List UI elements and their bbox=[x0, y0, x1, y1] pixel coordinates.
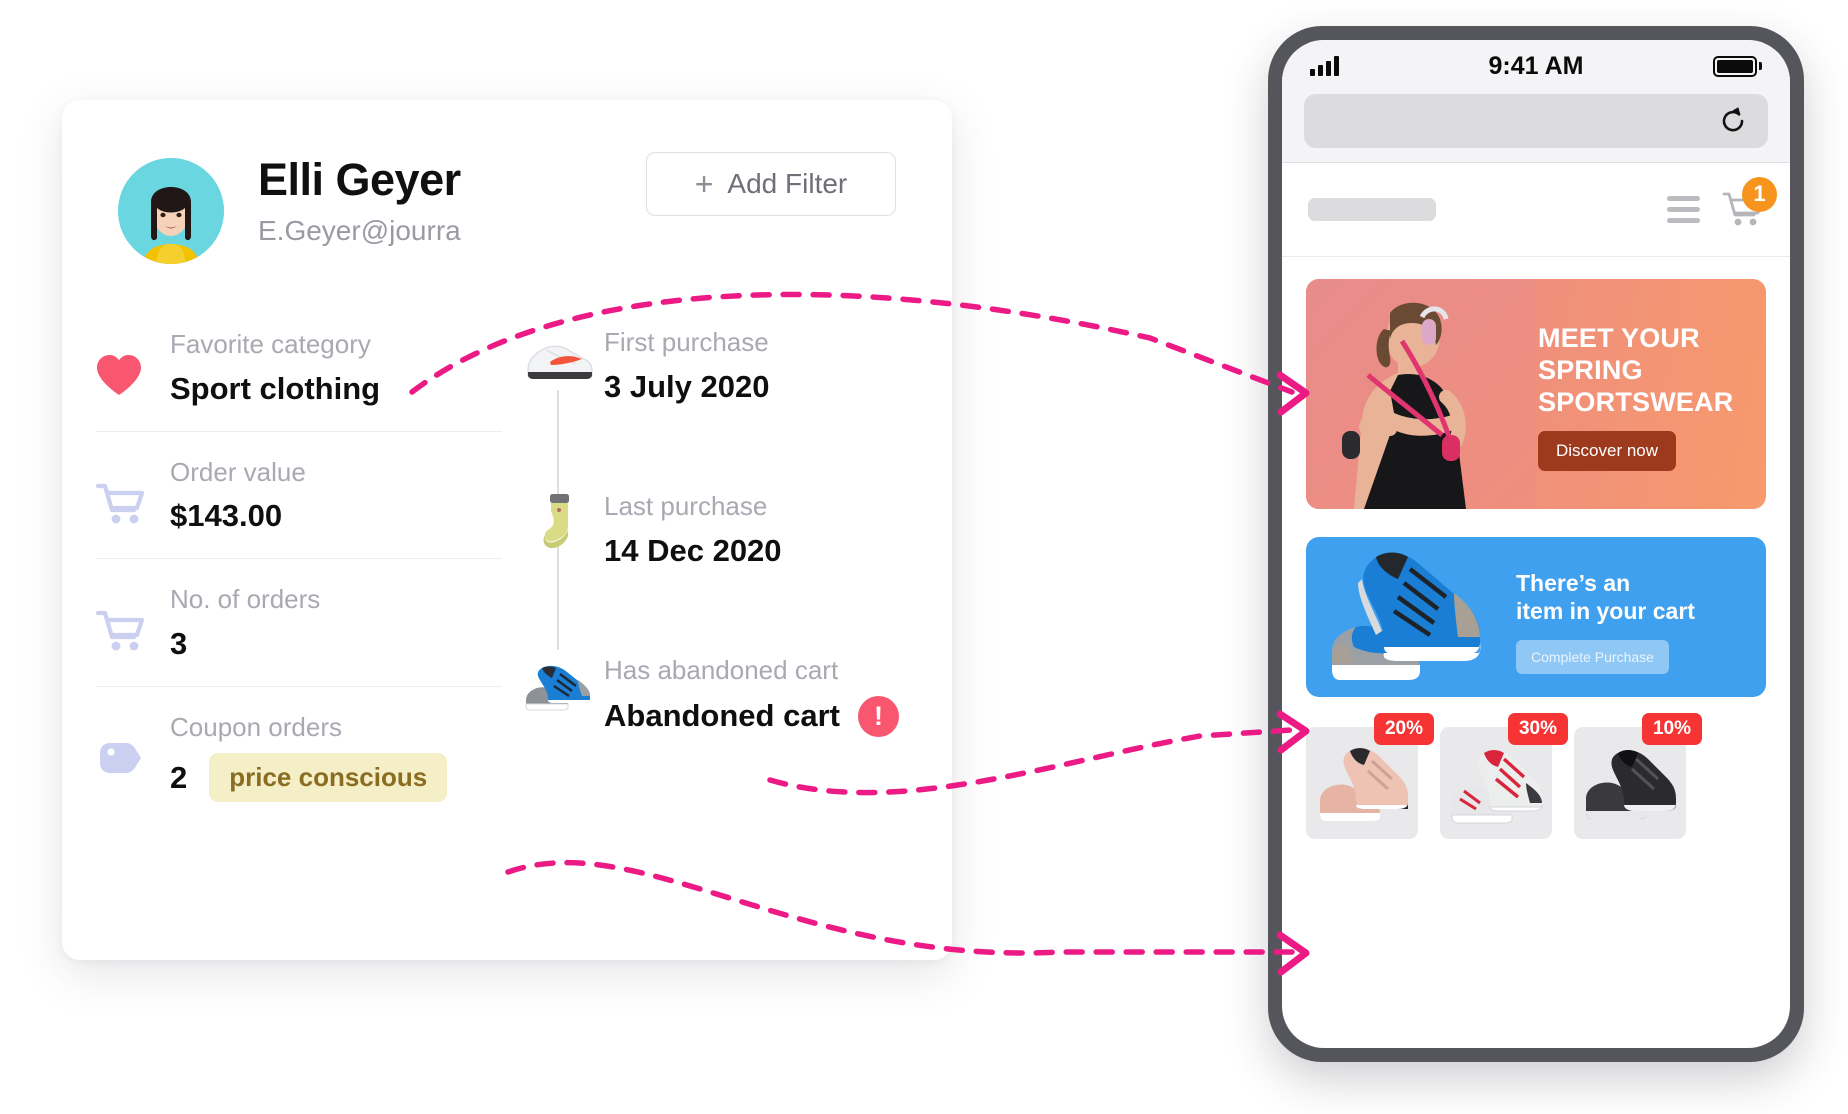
hero-line-2: SPRING bbox=[1538, 354, 1643, 385]
cart-count-badge: 1 bbox=[1742, 176, 1777, 212]
cart-icon bbox=[96, 454, 170, 526]
status-badge: price conscious bbox=[209, 752, 448, 802]
stat-body: Favorite category Sport clothing bbox=[170, 326, 380, 407]
stat-label: Order value bbox=[170, 456, 306, 487]
stat-label: Last purchase bbox=[604, 491, 768, 521]
stat-body: Coupon orders 2 price conscious bbox=[170, 709, 448, 802]
stat-value: Abandoned cart bbox=[604, 698, 840, 734]
battery-icon bbox=[1713, 55, 1762, 77]
phone-content: MEET YOUR SPRING SPORTSWEAR Discover now bbox=[1282, 257, 1790, 839]
product-card[interactable]: 30% bbox=[1440, 713, 1568, 839]
screenshot-root: Elli Geyer E.Geyer@jourra + Add Filter F… bbox=[0, 0, 1848, 1114]
stat-no-of-orders: No. of orders 3 bbox=[96, 559, 502, 688]
discount-badge: 30% bbox=[1507, 713, 1568, 745]
stat-label: Favorite category bbox=[170, 329, 371, 359]
stat-first-purchase: First purchase 3 July 2020 bbox=[512, 304, 922, 500]
sock-icon bbox=[520, 490, 596, 554]
stat-value-row: 2 price conscious bbox=[170, 752, 448, 802]
cart-line-2: item in your cart bbox=[1516, 598, 1695, 625]
add-filter-button[interactable]: + Add Filter bbox=[646, 152, 896, 216]
stat-value: 14 Dec 2020 bbox=[604, 532, 782, 568]
stat-abandoned-cart: Has abandoned cart Abandoned cart ! bbox=[512, 632, 922, 796]
blue-sneakers-image bbox=[1332, 552, 1481, 680]
phone-screen: 9:41 AM 1 MEET YOUR SPRING SPORTSWEAR Di… bbox=[1282, 40, 1790, 1048]
sneaker-white-icon bbox=[520, 326, 596, 390]
stat-coupon-orders: Coupon orders 2 price conscious bbox=[96, 687, 502, 826]
stat-label: No. of orders bbox=[170, 584, 321, 615]
stat-order-value: Order value $143.00 bbox=[96, 432, 502, 560]
browser-bar bbox=[1282, 92, 1790, 163]
stat-value: 3 July 2020 bbox=[604, 368, 770, 404]
logo-placeholder bbox=[1308, 198, 1436, 221]
abandoned-cart-banner[interactable]: There’s an item in your cart Complete Pu… bbox=[1306, 537, 1766, 697]
cart-line-1: There’s an bbox=[1516, 570, 1631, 596]
profile-header: Elli Geyer E.Geyer@jourra + Add Filter bbox=[62, 100, 952, 264]
hero-banner[interactable]: MEET YOUR SPRING SPORTSWEAR Discover now bbox=[1306, 279, 1766, 509]
header-actions: 1 bbox=[1667, 176, 1777, 229]
timeline-rail bbox=[512, 304, 604, 500]
stat-last-purchase: Last purchase 14 Dec 2020 bbox=[512, 468, 922, 650]
stat-value: 2 bbox=[170, 759, 188, 795]
customer-profile-card: Elli Geyer E.Geyer@jourra + Add Filter F… bbox=[62, 100, 952, 960]
stat-value-row: Abandoned cart ! bbox=[604, 695, 899, 737]
hero-line-1: MEET YOUR bbox=[1538, 323, 1700, 353]
identity-block: Elli Geyer E.Geyer@jourra bbox=[258, 152, 461, 247]
alert-icon: ! bbox=[857, 695, 899, 737]
heart-icon bbox=[96, 326, 170, 396]
discount-badge: 10% bbox=[1641, 713, 1702, 745]
stat-body: Has abandoned cart Abandoned cart ! bbox=[604, 632, 899, 737]
cart-icon[interactable]: 1 bbox=[1722, 176, 1777, 229]
stat-favorite-category: Favorite category Sport clothing bbox=[96, 304, 502, 432]
cart-banner-headline: There’s an item in your cart bbox=[1516, 569, 1695, 625]
complete-purchase-button[interactable]: Complete Purchase bbox=[1516, 640, 1669, 674]
hero-line-3: SPORTSWEAR bbox=[1538, 386, 1734, 417]
stats-left-column: Favorite category Sport clothing Order v… bbox=[62, 304, 502, 826]
discount-badge: 20% bbox=[1373, 713, 1434, 745]
stat-value: 3 bbox=[170, 625, 188, 661]
reload-icon[interactable] bbox=[1718, 106, 1748, 136]
stat-label: Coupon orders bbox=[170, 712, 342, 743]
product-card[interactable]: 20% bbox=[1306, 713, 1434, 839]
stats-right-column: First purchase 3 July 2020 Last purchase… bbox=[502, 304, 922, 826]
status-bar: 9:41 AM bbox=[1282, 40, 1790, 92]
stat-body: Order value $143.00 bbox=[170, 454, 306, 535]
product-card[interactable]: 10% bbox=[1574, 713, 1702, 839]
customer-email: E.Geyer@jourra bbox=[258, 215, 461, 247]
stat-body: No. of orders 3 bbox=[170, 581, 320, 662]
discover-now-button[interactable]: Discover now bbox=[1538, 431, 1677, 471]
stat-value: Sport clothing bbox=[170, 370, 381, 406]
page-title: Elli Geyer bbox=[258, 154, 461, 205]
signal-icon bbox=[1310, 56, 1339, 76]
stat-label: Has abandoned cart bbox=[604, 655, 839, 685]
fitness-woman-image bbox=[1306, 279, 1536, 509]
hero-headline: MEET YOUR SPRING SPORTSWEAR bbox=[1538, 323, 1734, 419]
cart-icon bbox=[96, 581, 170, 653]
avatar bbox=[118, 158, 224, 264]
add-filter-label: Add Filter bbox=[727, 168, 848, 199]
menu-icon[interactable] bbox=[1667, 196, 1700, 223]
stats-grid: Favorite category Sport clothing Order v… bbox=[62, 304, 952, 826]
sneaker-blue-icon bbox=[520, 654, 596, 718]
plus-icon: + bbox=[694, 166, 714, 202]
stat-body: Last purchase 14 Dec 2020 bbox=[604, 468, 782, 569]
stat-value: $143.00 bbox=[170, 498, 283, 534]
stat-body: First purchase 3 July 2020 bbox=[604, 304, 769, 405]
stat-label: First purchase bbox=[604, 327, 769, 357]
url-input[interactable] bbox=[1304, 94, 1768, 148]
tag-icon bbox=[96, 709, 170, 779]
phone-mockup: 9:41 AM 1 MEET YOUR SPRING SPORTSWEAR Di… bbox=[1268, 26, 1804, 1062]
product-list: 20% 30% 10% bbox=[1306, 713, 1766, 839]
app-header: 1 bbox=[1282, 163, 1790, 257]
